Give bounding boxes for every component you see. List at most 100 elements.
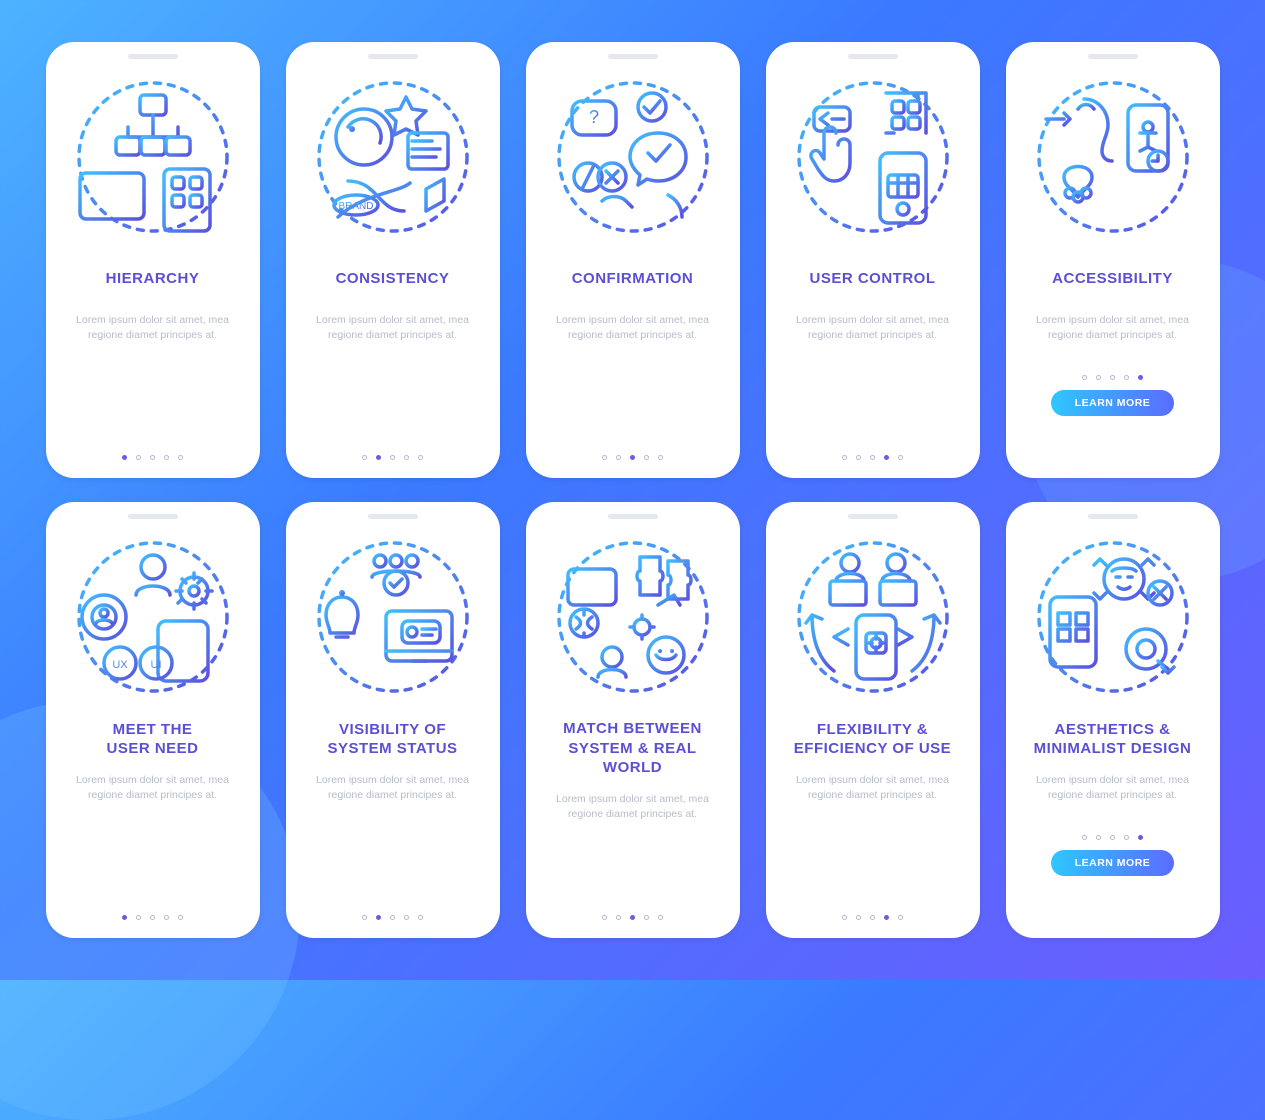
page-dot[interactable] [602, 915, 607, 920]
page-dot[interactable] [856, 455, 861, 460]
page-dot[interactable] [376, 455, 381, 460]
card-description: Lorem ipsum dolor sit amet, mea regione … [310, 773, 476, 803]
page-dot[interactable] [898, 915, 903, 920]
page-dot[interactable] [418, 455, 423, 460]
card-description: Lorem ipsum dolor sit amet, mea regione … [550, 792, 716, 822]
page-dot[interactable] [616, 455, 621, 460]
page-dot[interactable] [1110, 835, 1115, 840]
page-dot[interactable] [1124, 835, 1129, 840]
page-dot[interactable] [884, 455, 889, 460]
card-illustration [536, 527, 730, 707]
page-dot[interactable] [1110, 375, 1115, 380]
page-dot[interactable] [856, 915, 861, 920]
page-dot[interactable] [418, 915, 423, 920]
page-dot[interactable] [122, 915, 127, 920]
page-dot[interactable] [870, 455, 875, 460]
page-dot[interactable] [870, 915, 875, 920]
page-dot[interactable] [1138, 375, 1143, 380]
card-title: ACCESSIBILITY [1022, 259, 1204, 299]
card-illustration [776, 527, 970, 707]
card-illustration [56, 67, 250, 247]
card-title: VISIBILITY OF SYSTEM STATUS [302, 719, 484, 759]
page-dot[interactable] [404, 915, 409, 920]
page-dot[interactable] [1082, 835, 1087, 840]
card-title: MATCH BETWEEN SYSTEM & REAL WORLD [542, 719, 724, 778]
card-description: Lorem ipsum dolor sit amet, mea regione … [70, 313, 236, 343]
page-indicator [296, 441, 490, 460]
card-illustration [536, 67, 730, 247]
phone-notch [848, 514, 898, 519]
onboarding-card-9: AESTHETICS & MINIMALIST DESIGN Lorem ips… [1006, 502, 1220, 938]
card-description: Lorem ipsum dolor sit amet, mea regione … [790, 313, 956, 343]
card-description: Lorem ipsum dolor sit amet, mea regione … [70, 773, 236, 803]
page-dot[interactable] [1138, 835, 1143, 840]
phone-notch [608, 54, 658, 59]
page-dot[interactable] [178, 455, 183, 460]
card-title: CONFIRMATION [542, 259, 724, 299]
page-indicator [776, 441, 970, 460]
page-dot[interactable] [644, 915, 649, 920]
page-dot[interactable] [362, 915, 367, 920]
page-dot[interactable] [644, 455, 649, 460]
page-dot[interactable] [658, 915, 663, 920]
card-title: AESTHETICS & MINIMALIST DESIGN [1022, 719, 1204, 759]
onboarding-card-6: VISIBILITY OF SYSTEM STATUS Lorem ipsum … [286, 502, 500, 938]
phone-notch [128, 54, 178, 59]
page-dot[interactable] [1082, 375, 1087, 380]
page-dot[interactable] [658, 455, 663, 460]
onboarding-card-4: ACCESSIBILITY Lorem ipsum dolor sit amet… [1006, 42, 1220, 478]
page-dot[interactable] [122, 455, 127, 460]
page-dot[interactable] [362, 455, 367, 460]
page-indicator [56, 441, 250, 460]
card-description: Lorem ipsum dolor sit amet, mea regione … [1030, 773, 1196, 803]
page-dot[interactable] [390, 455, 395, 460]
page-dot[interactable] [842, 915, 847, 920]
phone-notch [608, 514, 658, 519]
page-indicator [1016, 361, 1210, 380]
page-dot[interactable] [630, 915, 635, 920]
page-dot[interactable] [404, 455, 409, 460]
page-indicator [536, 441, 730, 460]
onboarding-card-3: USER CONTROL Lorem ipsum dolor sit amet,… [766, 42, 980, 478]
learn-more-button[interactable]: LEARN MORE [1051, 850, 1175, 876]
onboarding-card-7: MATCH BETWEEN SYSTEM & REAL WORLD Lorem … [526, 502, 740, 938]
page-dot[interactable] [602, 455, 607, 460]
page-dot[interactable] [1124, 375, 1129, 380]
page-dot[interactable] [136, 915, 141, 920]
page-dot[interactable] [1096, 835, 1101, 840]
card-illustration [1016, 67, 1210, 247]
page-dot[interactable] [178, 915, 183, 920]
page-dot[interactable] [842, 455, 847, 460]
card-title: USER CONTROL [782, 259, 964, 299]
phone-notch [128, 514, 178, 519]
onboarding-card-1: CONSISTENCY Lorem ipsum dolor sit amet, … [286, 42, 500, 478]
page-dot[interactable] [150, 455, 155, 460]
card-title: FLEXIBILITY & EFFICIENCY OF USE [782, 719, 964, 759]
page-dot[interactable] [390, 915, 395, 920]
phone-notch [1088, 54, 1138, 59]
card-description: Lorem ipsum dolor sit amet, mea regione … [790, 773, 956, 803]
page-dot[interactable] [630, 455, 635, 460]
page-dot[interactable] [164, 915, 169, 920]
page-dot[interactable] [376, 915, 381, 920]
card-title: HIERARCHY [62, 259, 244, 299]
phone-notch [368, 54, 418, 59]
phone-notch [848, 54, 898, 59]
card-title: MEET THE USER NEED [62, 719, 244, 759]
phone-notch [1088, 514, 1138, 519]
learn-more-button[interactable]: LEARN MORE [1051, 390, 1175, 416]
page-dot[interactable] [616, 915, 621, 920]
page-dot[interactable] [164, 455, 169, 460]
page-indicator [56, 901, 250, 920]
card-illustration [56, 527, 250, 707]
card-illustration [1016, 527, 1210, 707]
card-illustration [296, 67, 490, 247]
card-description: Lorem ipsum dolor sit amet, mea regione … [1030, 313, 1196, 343]
page-dot[interactable] [1096, 375, 1101, 380]
page-dot[interactable] [150, 915, 155, 920]
page-indicator [776, 901, 970, 920]
page-dot[interactable] [136, 455, 141, 460]
card-description: Lorem ipsum dolor sit amet, mea regione … [550, 313, 716, 343]
page-dot[interactable] [898, 455, 903, 460]
page-dot[interactable] [884, 915, 889, 920]
